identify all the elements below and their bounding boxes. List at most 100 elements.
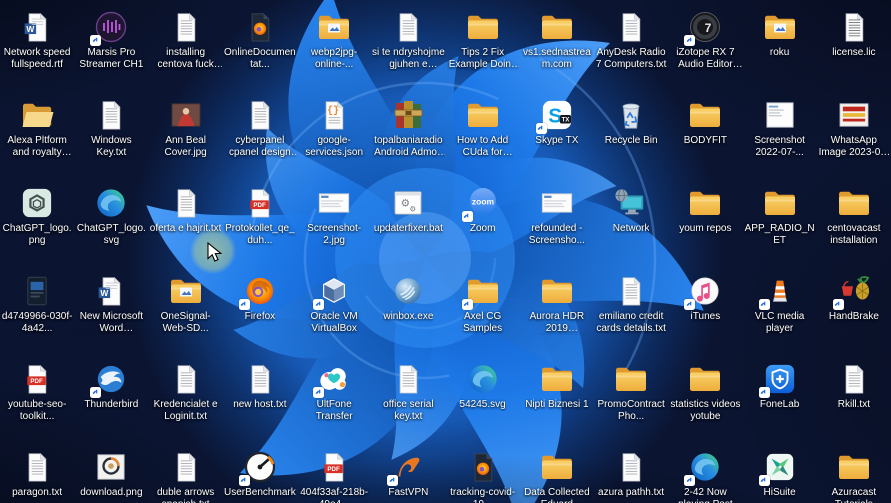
icon-label: google-services.json [298,135,371,159]
icon-label: Oracle VM VirtualBox [298,311,371,335]
desktop-icon[interactable]: emiliano credit cards details.txt [594,264,668,352]
desktop-icon[interactable]: d4749966-030f-4a42... [0,264,74,352]
icon-label: 54245.svg [460,399,506,411]
desktop-icon[interactable]: tracking-covid-19... [446,440,520,503]
text-icon [167,361,205,397]
desktop-icon[interactable]: duble arrows spanish.txt [149,440,223,503]
desktop-icon[interactable]: Network [594,176,668,264]
desktop-icon[interactable]: installing centova fuck liquid text ... [149,0,223,88]
icon-label: Screenshot-2.jpg [298,223,371,247]
desktop-icon[interactable]: OneSignal-Web-SD... [149,264,223,352]
desktop-icon[interactable]: paragon.txt [0,440,74,503]
icon-label: office serial key.txt [372,399,445,423]
desktop-icon[interactable]: Data Collected Eduard Snowden [520,440,594,503]
desktop-icon[interactable]: Firefox [223,264,297,352]
desktop-icon[interactable]: HiSuite [743,440,817,503]
desktop-icon[interactable]: oferta e hajrit.txt [149,176,223,264]
desktop-icon[interactable]: Screenshot 2022-07-... [743,88,817,176]
desktop-icon[interactable]: 7iZotope RX 7 Audio Editor (32-bit) [668,0,742,88]
thunderbird-icon [92,361,130,397]
desktop-icon[interactable]: AnyDesk Radio 7 Computers.txt [594,0,668,88]
desktop-icon[interactable]: ⚙⚙ updaterfixer.bat [371,176,445,264]
desktop-icon[interactable]: download.png [74,440,148,503]
desktop-icon[interactable]: Tips 2 Fix Example Doing Videos [446,0,520,88]
desktop-icon[interactable]: vs1.sednastream.com [520,0,594,88]
desktop-icon[interactable]: Windows Key.txt [74,88,148,176]
icon-label: updaterfixer.bat [374,223,443,235]
desktop-icon[interactable]: Alexa Pltform and royalty music [0,88,74,176]
desktop-icon[interactable]: {} google-services.json [297,88,371,176]
desktop-icon[interactable]: UltFone Transfer [297,352,371,440]
desktop-icon[interactable]: Azuracast Tutorials [817,440,891,503]
desktop-icon[interactable]: APP_RADIO_NET [743,176,817,264]
desktop-icon[interactable]: Kredencialet e Loginit.txt [149,352,223,440]
svg-text:{}: {} [327,105,339,116]
hisuite-icon [761,449,799,485]
bat-icon: ⚙⚙ [389,185,427,221]
desktop-icon[interactable]: license.lic [817,0,891,88]
desktop-icon[interactable]: HandBrake [817,264,891,352]
desktop-icon[interactable]: statistics videos yotube [668,352,742,440]
desktop-icon[interactable]: centovacast installation [817,176,891,264]
desktop-icon[interactable]: Aurora HDR 2019 v1.0.0.2550.1 M... [520,264,594,352]
desktop-icon[interactable]: Screenshot-2.jpg [297,176,371,264]
desktop-icon[interactable]: youm repos [668,176,742,264]
folder-icon [538,449,576,485]
desktop-icon[interactable]: topalbaniaradio Android Admob l... [371,88,445,176]
edge-icon [686,449,724,485]
desktop-icon[interactable]: office serial key.txt [371,352,445,440]
svg-text:PDF: PDF [328,466,341,473]
desktop-icon[interactable]: Axel CG Samples [446,264,520,352]
shortcut-arrow-icon [462,299,473,310]
shortcut-arrow-icon [90,35,101,46]
desktop-icon[interactable]: How to Add CUda for premier Pro [446,88,520,176]
icon-label: license.lic [832,47,875,59]
desktop-icon[interactable]: ChatGPT_logo.svg [74,176,148,264]
desktop-icon[interactable]: Marsis Pro Streamer CH1 [74,0,148,88]
desktop-icon[interactable]: Recycle Bin [594,88,668,176]
userbenchmark-icon [241,449,279,485]
desktop-icon[interactable]: WNetwork speed fullspeed.rtf [0,0,74,88]
desktop-icon[interactable]: Thunderbird [74,352,148,440]
desktop-icon[interactable]: zoomZoom [446,176,520,264]
desktop-icon[interactable]: ChatGPT_logo.png [0,176,74,264]
desktop-icon[interactable]: PDF404f33af-218b-49e4... [297,440,371,503]
shortcut-arrow-icon [759,475,770,486]
folder-icon [686,361,724,397]
desktop-icon[interactable]: Nipti Biznesi 1 [520,352,594,440]
icon-label: OnlineDocumentat... [223,47,296,71]
desktop-icon[interactable]: winbox.exe [371,264,445,352]
ultfone-icon [315,361,353,397]
desktop-icon[interactable]: OnlineDocumentat... [223,0,297,88]
desktop-icon[interactable]: UserBenchmark [223,440,297,503]
desktop-icon[interactable]: WNew Microsoft Word Document.docx [74,264,148,352]
desktop-icon[interactable]: 2-42 Now playing Post Malone, Swae ... [668,440,742,503]
desktop-icon[interactable]: FoneLab [743,352,817,440]
desktop-icon[interactable]: roku [743,0,817,88]
desktop-icon[interactable]: PDFyoutube-seo-toolkit... [0,352,74,440]
desktop-icon[interactable]: Rkill.txt [817,352,891,440]
desktop-icon[interactable]: 54245.svg [446,352,520,440]
desktop-icon[interactable]: si te ndryshojme gjuhen e windows ... [371,0,445,88]
desktop-icon[interactable]: azura pathh.txt [594,440,668,503]
desktop-icon[interactable]: FastVPN [371,440,445,503]
desktop-icon[interactable]: STXSkype TX [520,88,594,176]
icon-label: Data Collected Eduard Snowden [520,487,593,503]
icon-label: Axel CG Samples [446,311,519,335]
desktop-icon[interactable]: iTunes [668,264,742,352]
desktop-icon[interactable]: webp2jpg-online-... [297,0,371,88]
desktop-icon[interactable]: PromoContractPho... [594,352,668,440]
icon-label: si te ndryshojme gjuhen e windows ... [372,47,445,71]
desktop-icon[interactable]: Ann Beal Cover.jpg [149,88,223,176]
desktop-icon[interactable]: refounded - Screensho... [520,176,594,264]
desktop-icon[interactable]: BODYFIT [668,88,742,176]
desktop-icon[interactable]: cyberpanel cpanel design dark blue.txt [223,88,297,176]
svg-text:S: S [548,105,562,128]
icon-label: installing centova fuck liquid text ... [149,47,222,71]
shortcut-arrow-icon [684,475,695,486]
desktop-icon[interactable]: WhatsApp Image 2023-05-25 at 1... [817,88,891,176]
desktop-icon[interactable]: Oracle VM VirtualBox [297,264,371,352]
desktop-icon[interactable]: VLC media player [743,264,817,352]
desktop-icon[interactable]: new host.txt [223,352,297,440]
desktop-icon[interactable]: PDFProtokollet_qe_duh... [223,176,297,264]
